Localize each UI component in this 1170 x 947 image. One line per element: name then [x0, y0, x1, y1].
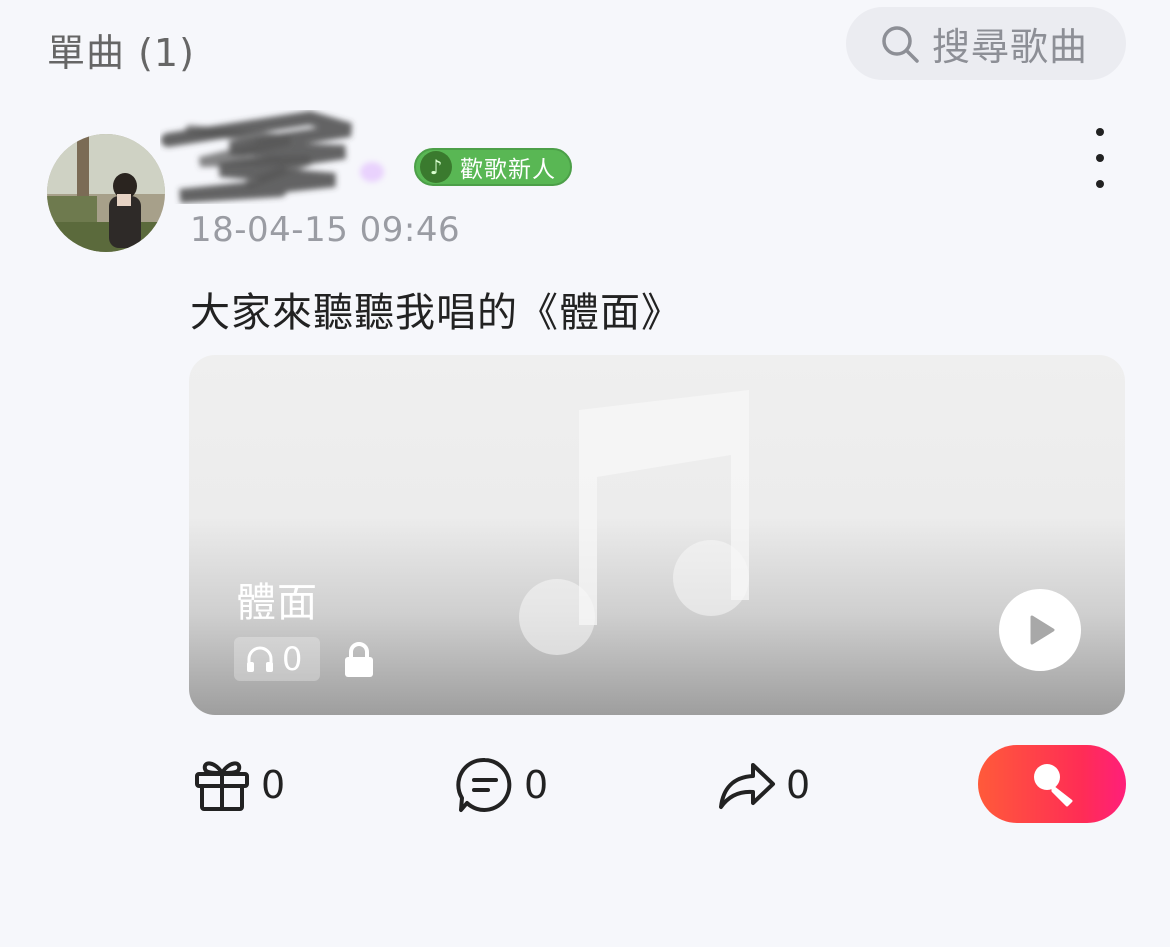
username-redacted	[161, 110, 384, 203]
search-icon	[882, 25, 919, 63]
section-title: 單曲 (1)	[47, 31, 195, 75]
share-button[interactable]: 0	[718, 755, 810, 815]
more-vertical-icon	[1096, 128, 1104, 136]
gift-icon	[195, 761, 249, 811]
share-count: 0	[786, 763, 811, 807]
music-note-icon: ♪	[420, 151, 452, 183]
gift-count: 0	[261, 763, 286, 807]
level-badge: ♪ 歡歌新人	[414, 148, 572, 186]
play-button[interactable]	[999, 589, 1081, 671]
search-button[interactable]: 搜尋歌曲	[846, 7, 1126, 80]
comment-count: 0	[524, 763, 549, 807]
listen-count: 0	[234, 637, 320, 681]
listen-count-value: 0	[282, 640, 303, 678]
post-timestamp: 18-04-15 09:46	[190, 210, 461, 250]
badge-label: 歡歌新人	[460, 157, 556, 183]
more-options-button[interactable]	[1082, 128, 1118, 188]
comment-icon	[456, 757, 512, 812]
play-icon	[1030, 615, 1055, 645]
lock-icon	[345, 642, 373, 677]
music-note-watermark-icon	[519, 390, 749, 655]
song-card[interactable]: 體面 0	[189, 355, 1125, 715]
avatar[interactable]	[47, 134, 165, 252]
gift-button[interactable]: 0	[193, 755, 285, 815]
search-label: 搜尋歌曲	[932, 25, 1089, 69]
sing-button[interactable]	[978, 745, 1126, 823]
page: 單曲 (1) 搜尋歌曲 ♪ 歡歌新人 18-04-15 09:46 大家來聽聽我…	[0, 0, 1170, 947]
song-title: 體面	[236, 580, 318, 626]
post-text: 大家來聽聽我唱的《體面》	[190, 290, 682, 336]
comment-button[interactable]: 0	[456, 755, 548, 815]
share-icon	[719, 763, 775, 809]
microphone-icon	[1034, 764, 1073, 807]
headphones-icon	[247, 646, 273, 672]
